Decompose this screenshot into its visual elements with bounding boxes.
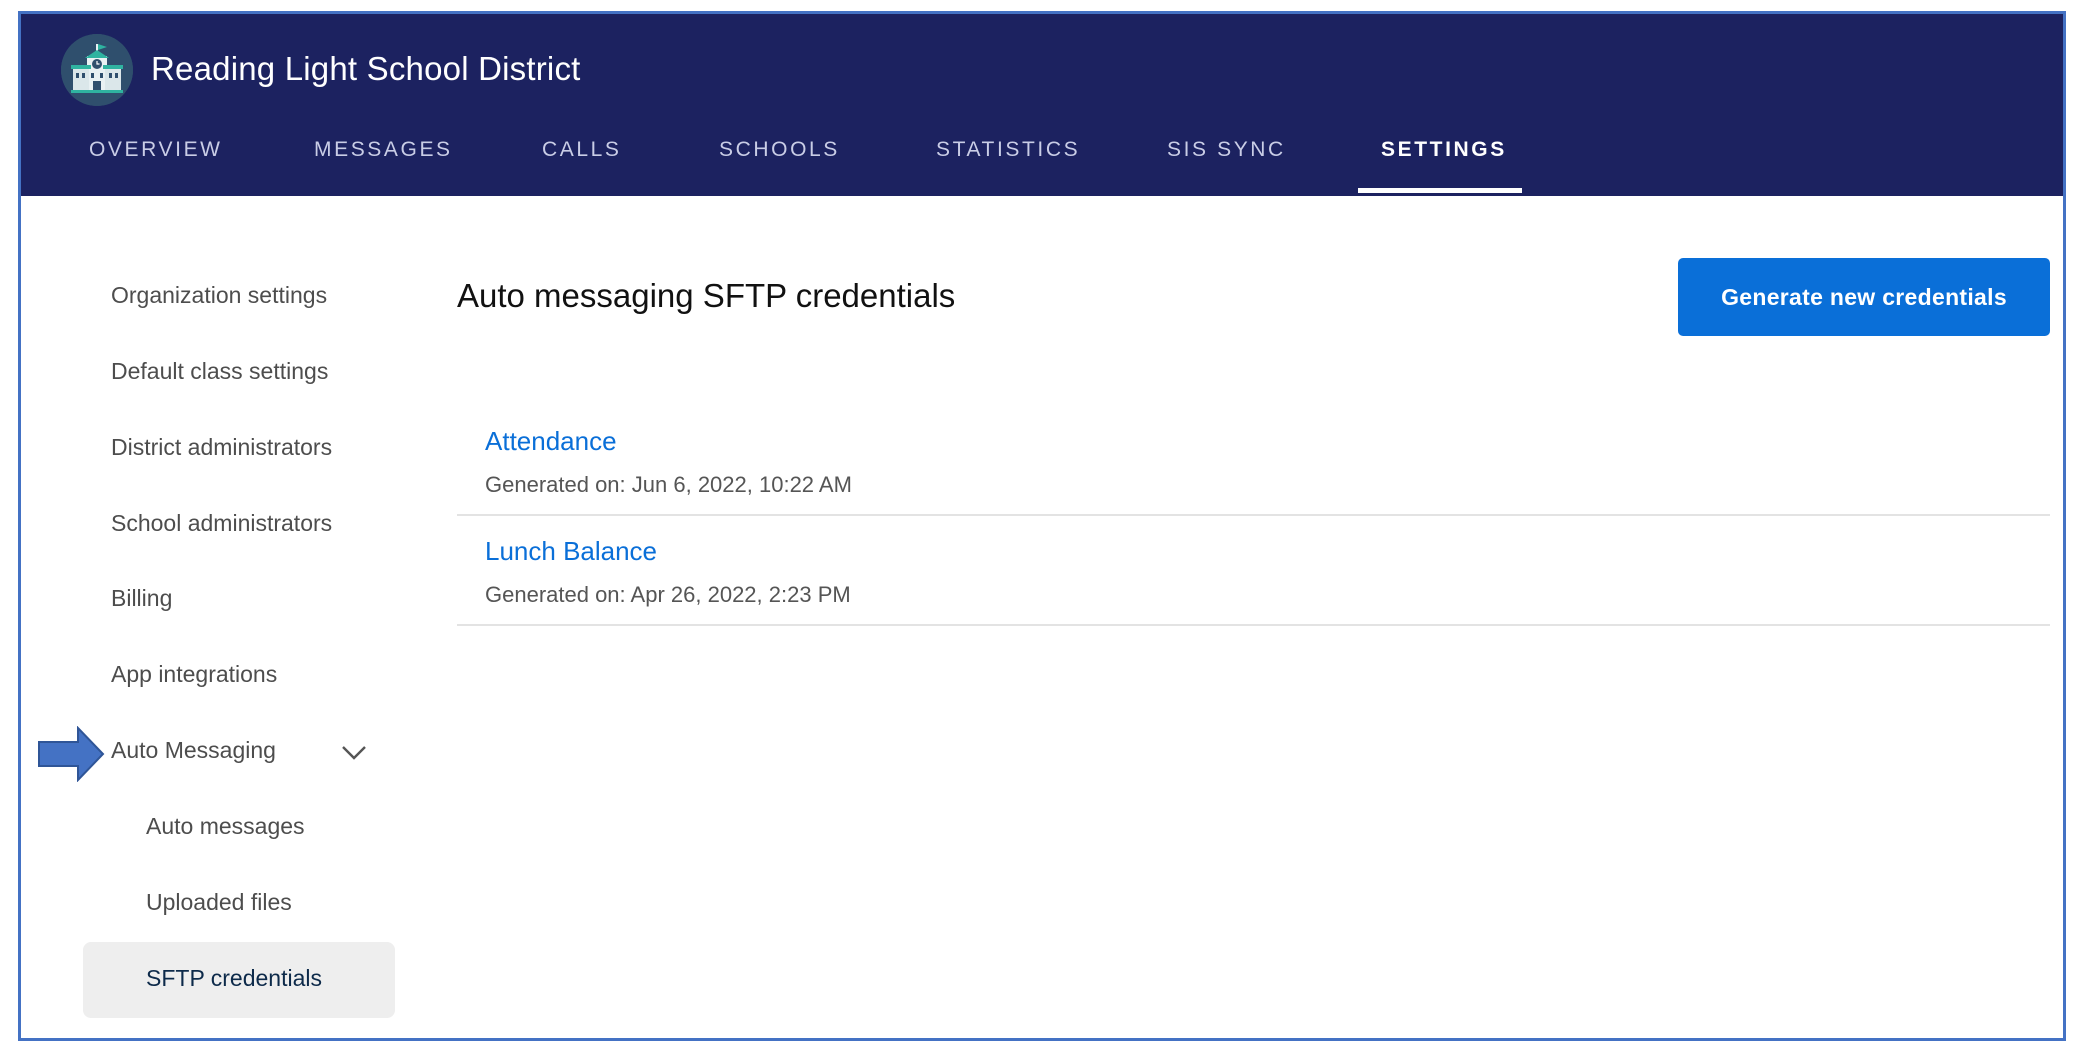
sidebar-item-auto-messaging[interactable]: Auto Messaging: [111, 737, 276, 764]
credential-row: Attendance Generated on: Jun 6, 2022, 10…: [457, 406, 2050, 516]
blue-arrow-icon: [38, 726, 105, 782]
organization-name: Reading Light School District: [151, 50, 581, 87]
credential-generated-date: Generated on: Jun 6, 2022, 10:22 AM: [485, 472, 852, 497]
sidebar-item-auto-messages[interactable]: Auto messages: [146, 813, 305, 840]
sidebar-item-app-integrations[interactable]: App integrations: [111, 661, 277, 688]
sidebar-item-uploaded-files[interactable]: Uploaded files: [146, 889, 292, 916]
tab-statistics[interactable]: STATISTICS: [936, 138, 1080, 162]
active-tab-indicator: [1358, 188, 1522, 193]
tab-schools[interactable]: SCHOOLS: [719, 138, 840, 162]
sidebar-item-school-administrators[interactable]: School administrators: [111, 510, 332, 537]
page-title: Auto messaging SFTP credentials: [457, 277, 956, 314]
credential-row: Lunch Balance Generated on: Apr 26, 2022…: [457, 516, 2050, 626]
credential-name-link[interactable]: Attendance: [485, 426, 617, 457]
tab-overview[interactable]: OVERVIEW: [89, 138, 223, 162]
tab-settings[interactable]: SETTINGS: [1381, 138, 1507, 162]
sidebar-item-billing[interactable]: Billing: [111, 585, 172, 612]
sidebar-item-organization-settings[interactable]: Organization settings: [111, 282, 327, 309]
app-window: Reading Light School District OVERVIEW M…: [18, 11, 2066, 1041]
tab-calls[interactable]: CALLS: [542, 138, 622, 162]
tab-messages[interactable]: MESSAGES: [314, 138, 453, 162]
chevron-down-icon[interactable]: [341, 745, 367, 761]
sidebar-item-district-administrators[interactable]: District administrators: [111, 434, 332, 461]
generate-credentials-button[interactable]: Generate new credentials: [1678, 258, 2050, 336]
tab-sis-sync[interactable]: SIS SYNC: [1167, 138, 1286, 162]
sidebar-item-default-class-settings[interactable]: Default class settings: [111, 358, 328, 385]
school-building-icon: [61, 34, 133, 106]
top-navigation-bar: Reading Light School District OVERVIEW M…: [21, 14, 2063, 196]
credential-name-link[interactable]: Lunch Balance: [485, 536, 657, 567]
credential-generated-date: Generated on: Apr 26, 2022, 2:23 PM: [485, 582, 851, 607]
sidebar-item-sftp-credentials[interactable]: SFTP credentials: [146, 965, 322, 992]
